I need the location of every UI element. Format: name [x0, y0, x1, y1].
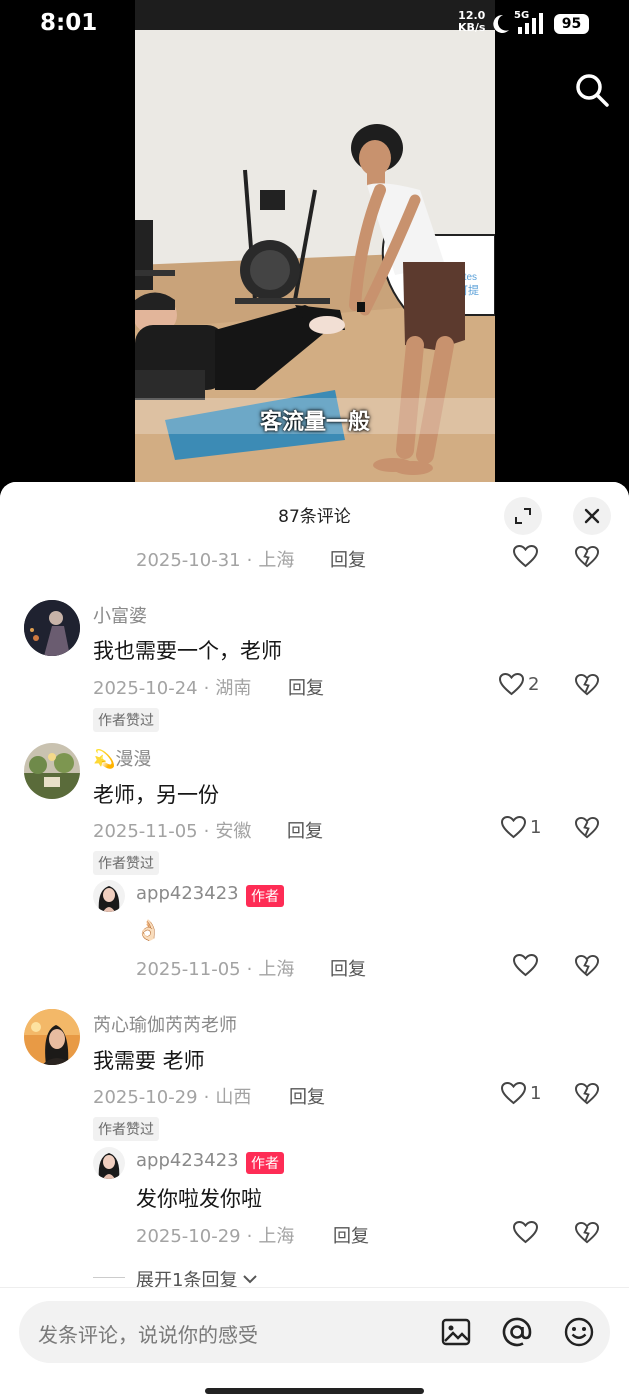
network-speed-unit: KB/s [458, 21, 486, 34]
dislike-heart-icon[interactable] [574, 545, 600, 569]
comment-location: 安徽 [215, 821, 252, 842]
reply-meta: 2025-10-29 · 上海 [136, 1222, 294, 1248]
reply-location: 上海 [258, 959, 295, 980]
comment-location: 湖南 [215, 678, 252, 699]
avatar[interactable] [24, 743, 80, 799]
chevron-down-icon [243, 1275, 258, 1284]
reply-text: 发你啦发你啦 [136, 1187, 262, 1211]
video-frame[interactable]: Pilates 可提 [135, 0, 495, 482]
dislike-heart-icon[interactable] [574, 673, 600, 697]
reply-text: 👌🏻 [136, 918, 161, 942]
comment-date: 2025-10-31 [136, 550, 241, 571]
comment-input-placeholder: 发条评论，说说你的感受 [38, 1323, 258, 1347]
video-player[interactable]: Pilates 可提 [0, 0, 629, 500]
author-liked-tag: 作者赞过 [93, 708, 159, 732]
comment-meta: 2025-10-24 · 湖南 [93, 674, 251, 700]
comment-meta: 2025-10-29 · 山西 [93, 1083, 251, 1109]
image-icon[interactable] [438, 1314, 474, 1350]
like-button[interactable] [512, 1220, 539, 1245]
comment-location: 山西 [215, 1087, 252, 1108]
dislike-heart-icon[interactable] [574, 1221, 600, 1245]
heart-icon [500, 815, 527, 839]
video-subtitle: 客流量一般 [259, 409, 370, 435]
battery-indicator: 95 [554, 14, 589, 34]
reply-button[interactable]: 回复 [287, 817, 323, 843]
author-badge: 作者 [246, 1152, 284, 1174]
meta-separator: · [246, 959, 253, 980]
comment-input-bar: 发条评论，说说你的感受 [0, 1287, 629, 1399]
reply-location: 上海 [258, 1226, 295, 1247]
comments-list[interactable]: 2025-10-31 · 上海 回复 小富婆 我也需要一个，老师 2025-10-2… [0, 482, 629, 1399]
heart-icon [512, 1220, 539, 1244]
dislike-heart-icon[interactable] [574, 954, 600, 978]
reply-button[interactable]: 回复 [330, 546, 366, 572]
meta-separator: · [246, 1226, 253, 1247]
reply-date: 2025-11-05 [136, 959, 241, 980]
reply-button[interactable]: 回复 [289, 1083, 325, 1109]
comment-username[interactable]: 💫漫漫 [93, 745, 151, 771]
comment-text: 我需要 老师 [93, 1049, 205, 1073]
expand-button[interactable] [504, 497, 542, 535]
home-indicator[interactable] [205, 1388, 424, 1394]
meta-separator: · [203, 1087, 210, 1108]
close-icon [584, 508, 600, 524]
like-count: 1 [530, 817, 542, 838]
comment-text: 我也需要一个，老师 [93, 639, 282, 663]
like-button[interactable]: 2 [498, 672, 539, 697]
reply-button[interactable]: 回复 [330, 955, 366, 981]
network-speed: 12.0 KB/s [458, 10, 485, 34]
heart-icon [512, 953, 539, 977]
comment-location: 上海 [258, 550, 295, 571]
comment-meta: 2025-11-05 · 安徽 [93, 817, 251, 843]
reply-button[interactable]: 回复 [288, 674, 324, 700]
close-button[interactable] [573, 497, 611, 535]
like-count: 2 [528, 674, 540, 695]
comment-username[interactable]: 小富婆 [93, 602, 147, 628]
reply-date: 2025-10-29 [136, 1226, 241, 1247]
comments-sheet: 2025-10-31 · 上海 回复 小富婆 我也需要一个，老师 2025-10-2… [0, 482, 629, 1399]
avatar[interactable] [93, 880, 125, 912]
heart-icon [500, 1081, 527, 1105]
like-button[interactable] [512, 544, 539, 569]
comments-header: 87条评论 [0, 482, 629, 535]
author-badge: 作者 [246, 885, 284, 907]
like-button[interactable]: 1 [500, 815, 541, 840]
reply-username[interactable]: app423423 [136, 1150, 239, 1171]
emoji-icon[interactable] [561, 1314, 597, 1350]
like-button[interactable] [512, 953, 539, 978]
comment-meta: 2025-10-31 · 上海 [136, 546, 294, 572]
at-icon[interactable] [499, 1314, 535, 1350]
comment-text: 老师，另一份 [93, 783, 219, 807]
comment-date: 2025-11-05 [93, 821, 198, 842]
comment-date: 2025-10-24 [93, 678, 198, 699]
expand-icon [515, 508, 531, 524]
search-icon[interactable] [572, 70, 612, 110]
author-liked-tag: 作者赞过 [93, 851, 159, 875]
heart-icon [498, 672, 525, 696]
reply-meta: 2025-11-05 · 上海 [136, 955, 294, 981]
comment-input[interactable]: 发条评论，说说你的感受 [19, 1301, 610, 1363]
heart-icon [512, 544, 539, 568]
like-button[interactable]: 1 [500, 1081, 541, 1106]
moon-icon [493, 14, 509, 33]
author-liked-tag: 作者赞过 [93, 1117, 159, 1141]
reply-button[interactable]: 回复 [333, 1222, 369, 1248]
expand-divider [93, 1277, 125, 1278]
avatar[interactable] [93, 1147, 125, 1179]
dislike-heart-icon[interactable] [574, 816, 600, 840]
meta-separator: · [203, 821, 210, 842]
avatar[interactable] [24, 600, 80, 656]
reply-username[interactable]: app423423 [136, 883, 239, 904]
status-bar: 8:01 12.0 KB/s 5G 95 [0, 0, 629, 52]
status-time: 8:01 [40, 10, 98, 36]
meta-separator: · [246, 550, 253, 571]
dislike-heart-icon[interactable] [574, 1082, 600, 1106]
avatar[interactable] [24, 1009, 80, 1065]
meta-separator: · [203, 678, 210, 699]
like-count: 1 [530, 1083, 542, 1104]
comment-username[interactable]: 芮心瑜伽芮芮老师 [93, 1011, 237, 1037]
comment-date: 2025-10-29 [93, 1087, 198, 1108]
signal-icon: 5G [514, 10, 548, 36]
